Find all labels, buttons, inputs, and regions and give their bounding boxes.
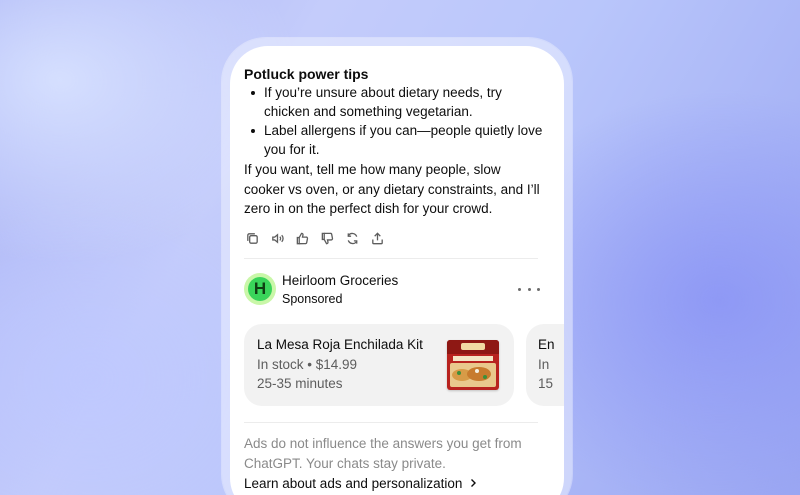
- divider: [244, 422, 538, 423]
- sponsor-name[interactable]: Heirloom Groceries: [282, 273, 398, 288]
- product-title: La Mesa Roja Enchilada Kit: [257, 337, 423, 352]
- share-icon[interactable]: [369, 230, 386, 247]
- learn-about-ads-link[interactable]: Learn about ads and personalization: [244, 476, 478, 491]
- product-title: En: [538, 337, 555, 352]
- read-aloud-icon[interactable]: [269, 230, 286, 247]
- tip-item: Label allergens if you can—people quietl…: [244, 121, 544, 159]
- thumbs-up-icon[interactable]: [294, 230, 311, 247]
- learn-about-ads-label: Learn about ads and personalization: [244, 476, 463, 491]
- divider: [244, 258, 538, 259]
- ads-disclaimer: Ads do not influence the answers you get…: [244, 436, 522, 471]
- product-stock-price: In: [538, 357, 550, 372]
- chevron-right-icon: [468, 476, 478, 491]
- sponsor-logo[interactable]: H: [244, 273, 276, 305]
- tip-item: If you’re unsure about dietary needs, tr…: [244, 83, 544, 121]
- product-card[interactable]: En In 15: [526, 324, 564, 406]
- product-card[interactable]: La Mesa Roja Enchilada Kit In stock • $1…: [244, 324, 514, 406]
- phone-screen: Potluck power tips If you’re unsure abou…: [230, 46, 564, 495]
- sponsored-label: Sponsored: [282, 292, 343, 306]
- product-stock-price: In stock • $14.99: [257, 357, 358, 372]
- sponsor-logo-letter: H: [248, 277, 272, 301]
- assistant-paragraph: If you want, tell me how many people, sl…: [244, 162, 540, 216]
- product-delivery-time: 25-35 minutes: [257, 376, 343, 391]
- message-actions: [244, 230, 386, 247]
- product-delivery-time: 15: [538, 376, 554, 391]
- sponsor-header: H Heirloom Groceries Sponsored: [244, 271, 550, 311]
- regenerate-icon[interactable]: [344, 230, 361, 247]
- tips-heading: Potluck power tips: [244, 66, 369, 82]
- more-options-icon[interactable]: [518, 283, 540, 295]
- copy-icon[interactable]: [244, 230, 261, 247]
- tips-list: If you’re unsure about dietary needs, tr…: [244, 83, 544, 159]
- product-image: [447, 340, 499, 390]
- thumbs-down-icon[interactable]: [319, 230, 336, 247]
